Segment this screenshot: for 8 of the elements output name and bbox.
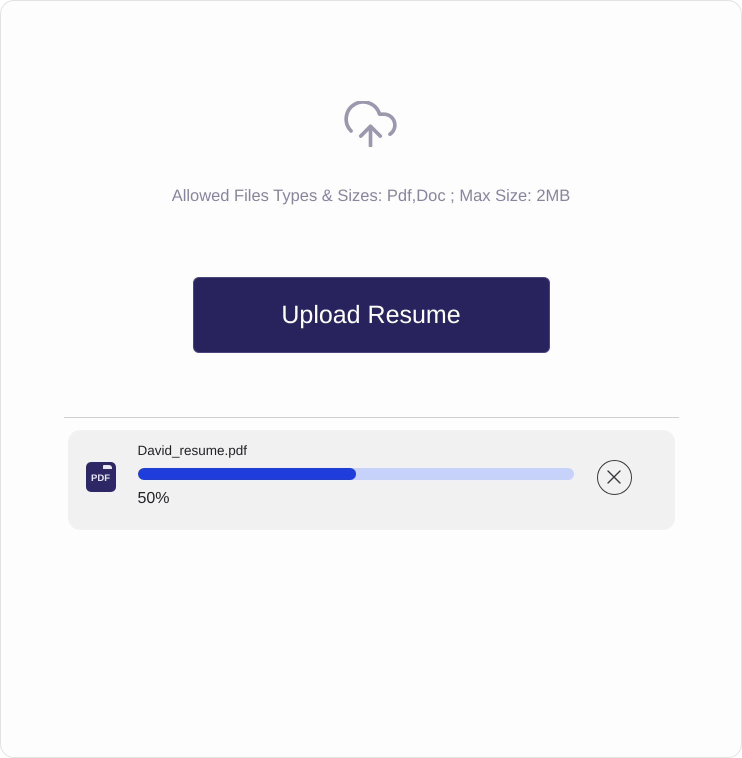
allowed-files-hint: Allowed Files Types & Sizes: Pdf,Doc ; Max Size: 2MB (172, 186, 570, 206)
close-icon (607, 470, 621, 484)
cloud-upload-icon (344, 101, 398, 147)
file-type-badge: PDF (86, 462, 116, 492)
upload-resume-button[interactable]: Upload Resume (192, 277, 550, 353)
upload-percent: 50% (138, 490, 171, 508)
remove-file-button[interactable] (596, 460, 632, 494)
file-name: David_resume.pdf (138, 442, 248, 460)
